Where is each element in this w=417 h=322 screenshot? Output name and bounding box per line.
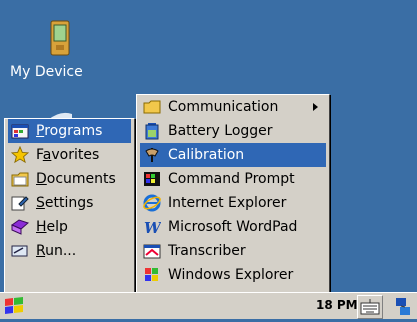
submenu-item-windows-explorer[interactable]: Windows Explorer (140, 263, 326, 287)
desktop-icon-label: My Device (10, 64, 83, 80)
run-icon (10, 241, 30, 261)
documents-folder-icon (10, 169, 30, 189)
programs-submenu: Communication Battery Logger Calibration… (136, 94, 330, 296)
start-menu-item-label: Documents (36, 171, 116, 187)
settings-icon (10, 193, 30, 213)
start-menu-item-label: Settings (36, 195, 94, 211)
pda-device-icon (50, 20, 70, 56)
submenu-item-label: Windows Explorer (168, 267, 294, 283)
taskbar: 18 PM (0, 292, 417, 319)
wordpad-icon: W (142, 217, 162, 237)
windows-explorer-icon (142, 265, 162, 285)
network-icon[interactable] (392, 295, 416, 317)
svg-text:W: W (144, 219, 161, 236)
command-prompt-icon (142, 169, 162, 189)
submenu-item-communication[interactable]: Communication (140, 95, 326, 119)
transcriber-icon (142, 241, 162, 261)
submenu-item-label: Calibration (168, 147, 245, 163)
submenu-item-label: Battery Logger (168, 123, 273, 139)
folder-icon (142, 97, 162, 117)
start-menu-item-label: Run... (36, 243, 77, 259)
start-menu-item-programs[interactable]: Programs (8, 119, 131, 143)
programs-icon (10, 121, 30, 141)
start-menu-item-label: Help (36, 219, 68, 235)
start-menu-item-documents[interactable]: Documents (8, 167, 131, 191)
internet-explorer-icon (142, 193, 162, 213)
start-menu-item-run[interactable]: Run... (8, 239, 131, 263)
start-menu-item-help[interactable]: Help (8, 215, 131, 239)
submenu-item-label: Microsoft WordPad (168, 219, 298, 235)
keyboard-icon[interactable] (357, 295, 383, 319)
help-icon (10, 217, 30, 237)
start-menu-item-favorites[interactable]: Favorites (8, 143, 131, 167)
submenu-item-calibration[interactable]: Calibration (140, 143, 326, 167)
start-menu-item-label: Programs (36, 123, 103, 139)
battery-icon (142, 121, 162, 141)
favorites-star-icon (10, 145, 30, 165)
submenu-item-battery-logger[interactable]: Battery Logger (140, 119, 326, 143)
start-menu: Programs Favorites Documents Settings He… (4, 118, 135, 298)
submenu-arrow-icon (313, 103, 318, 111)
submenu-item-internet-explorer[interactable]: Internet Explorer (140, 191, 326, 215)
taskbar-clock[interactable]: 18 PM (316, 298, 358, 312)
submenu-item-label: Communication (168, 99, 279, 115)
submenu-item-label: Command Prompt (168, 171, 295, 187)
calibration-icon (142, 145, 162, 165)
start-menu-item-settings[interactable]: Settings (8, 191, 131, 215)
start-menu-item-label: Favorites (36, 147, 100, 163)
start-button[interactable] (2, 296, 30, 316)
submenu-item-transcriber[interactable]: Transcriber (140, 239, 326, 263)
submenu-item-microsoft-wordpad[interactable]: W Microsoft WordPad (140, 215, 326, 239)
submenu-item-label: Transcriber (168, 243, 246, 259)
submenu-item-label: Internet Explorer (168, 195, 287, 211)
windows-logo-icon (5, 297, 23, 314)
submenu-item-command-prompt[interactable]: Command Prompt (140, 167, 326, 191)
